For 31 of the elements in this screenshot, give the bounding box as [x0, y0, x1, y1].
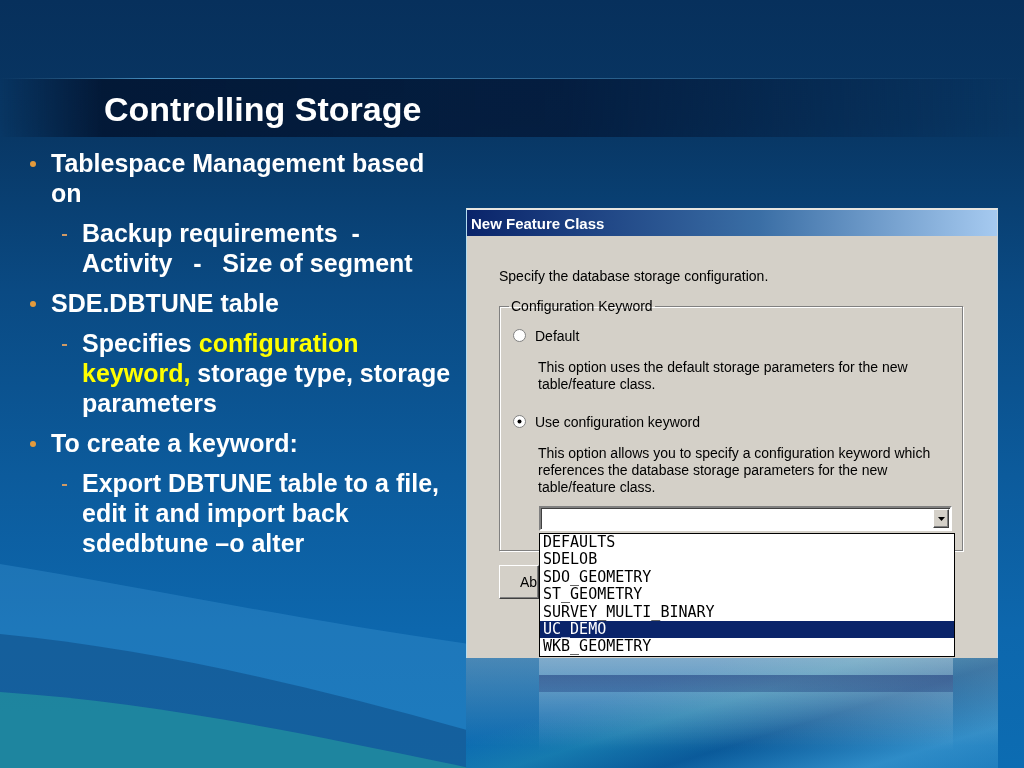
bullet-text: To create a keyword: [51, 428, 299, 458]
dropdown-option[interactable]: ST_GEOMETRY [540, 586, 954, 604]
dropdown-option[interactable]: SURVEY_MULTI_BINARY [540, 603, 954, 621]
dropdown-option[interactable]: DEFAULTS [540, 534, 954, 552]
bullet-text: Tablespace Management based on [51, 148, 426, 208]
keyword-combo-box[interactable] [539, 506, 952, 531]
dropdown-option[interactable]: UC_DEMO [540, 620, 954, 639]
radio-option[interactable]: Use configuration keyword [513, 413, 950, 430]
dialog-button[interactable]: Ab [499, 565, 539, 599]
sub-bullet-text: Specifies configuration keyword, storage type, storage parameters [82, 328, 452, 418]
dialog-title: New Feature Class [471, 214, 605, 232]
dash-icon [62, 344, 67, 346]
bullet-icon [30, 301, 36, 307]
group-box-label: Configuration Keyword [510, 298, 654, 315]
dropdown-option[interactable]: SDELOB [540, 551, 954, 569]
dropdown-option[interactable]: WKB_GEOMETRY [540, 638, 954, 656]
caret-down-icon [937, 516, 945, 521]
dropdown-arrow-button[interactable] [933, 509, 949, 528]
dash-icon [62, 234, 67, 236]
bullet-icon [30, 161, 36, 167]
sub-bullet-text: Export DBTUNE table to a file, edit it and import back sdedbtune –o alter [82, 468, 440, 558]
dash-icon [62, 484, 67, 486]
dropdown-option[interactable]: SDO_GEOMETRY [540, 568, 954, 587]
option-description: This option uses the default storage parameters for the new table/feature class. [538, 359, 909, 393]
bullet-icon [30, 441, 36, 447]
bullet-text: SDE.DBTUNE table [51, 288, 280, 318]
slide-title: Controlling Storage [104, 90, 422, 129]
radio-option[interactable]: Default [513, 327, 950, 344]
instruction-text: Specify the database storage configuration. [499, 268, 770, 284]
sub-bullet-text: Backup requirements - Activity - Size of segment [82, 218, 414, 278]
option-description: This option allows you to specify a configuration keyword which references the database storage parameters for the new table/feature class. [538, 445, 932, 496]
